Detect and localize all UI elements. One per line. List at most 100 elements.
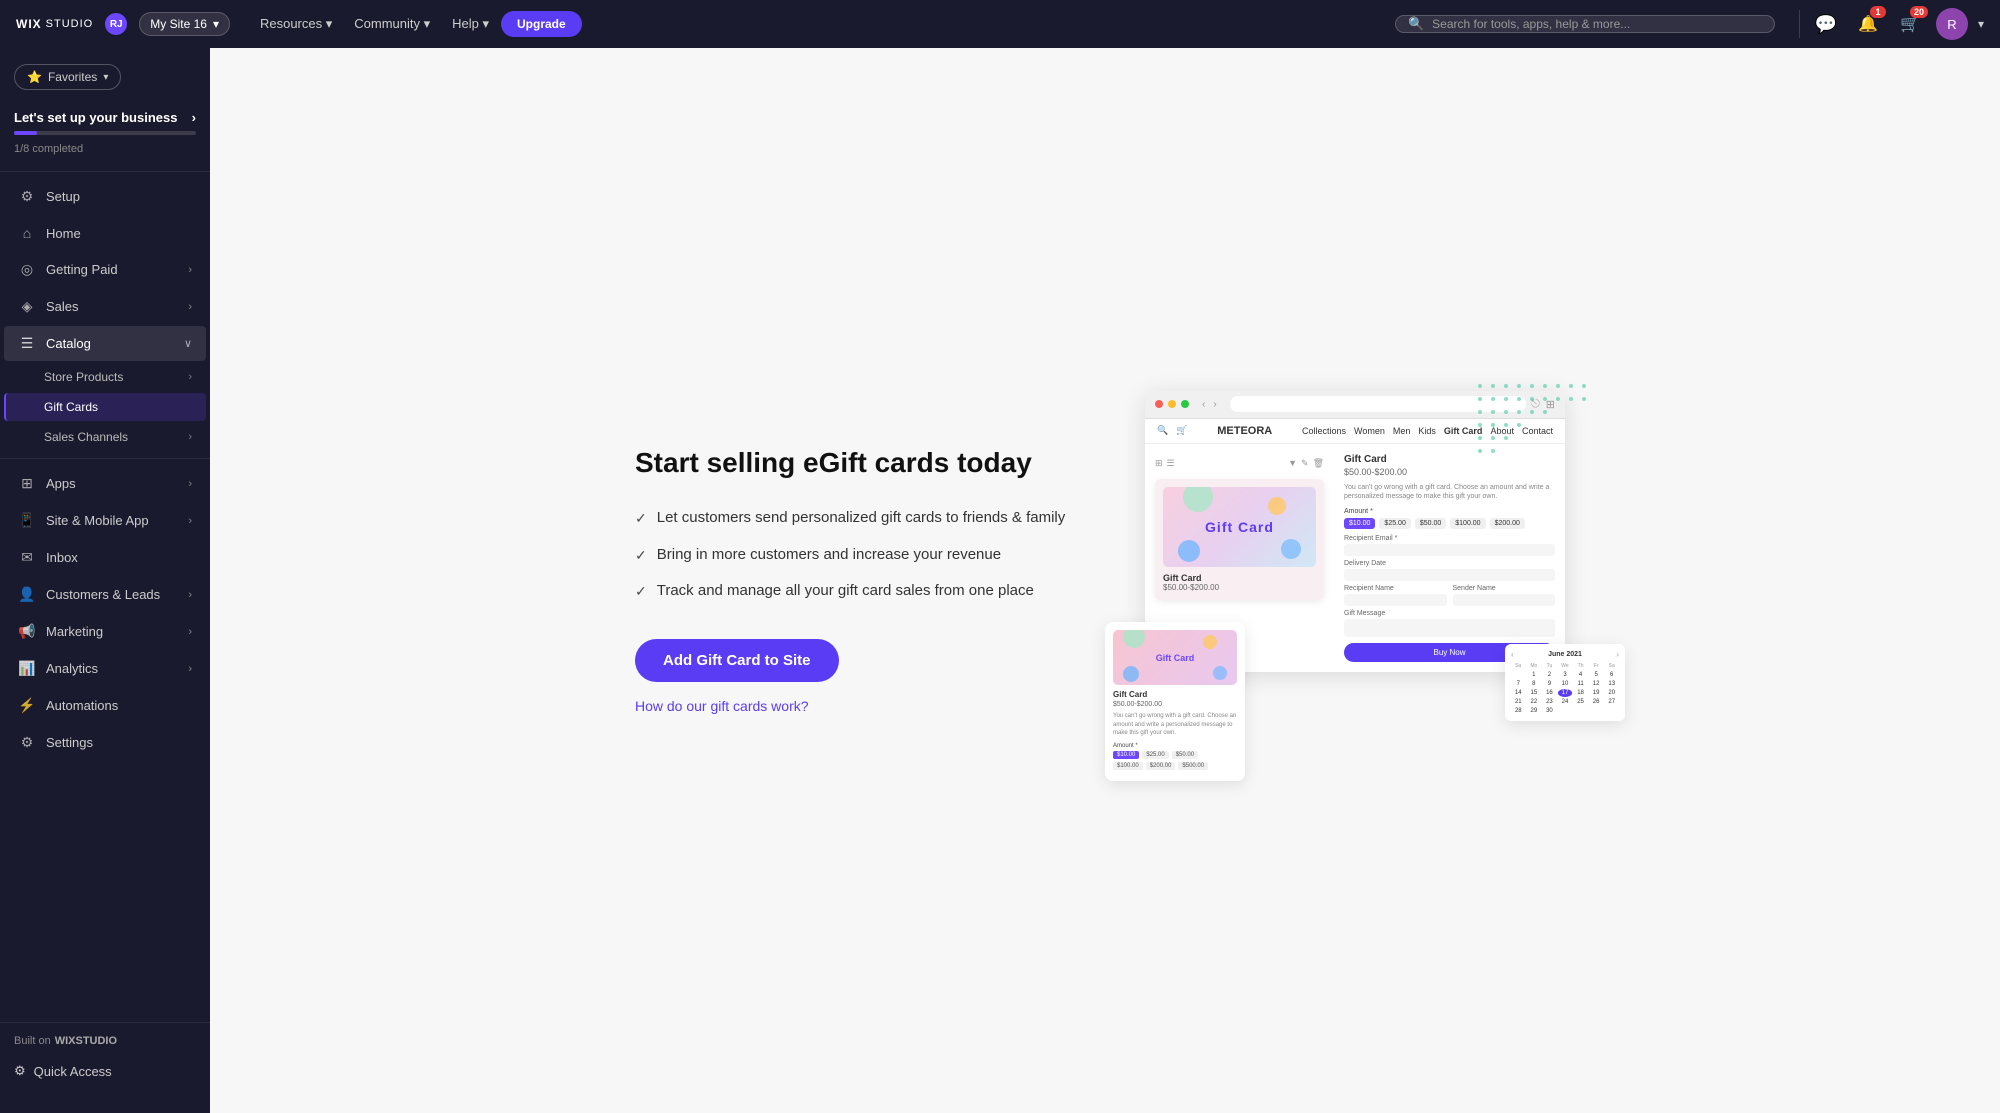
filter-icon: ▼ <box>1288 458 1297 469</box>
inbox-icon: ✉ <box>18 549 36 566</box>
business-setup-toggle[interactable]: Let's set up your business › <box>14 110 196 125</box>
view-controls: ⊞ ☰ ▼ ✎ 🗑 <box>1155 454 1324 473</box>
sidebar-item-automations[interactable]: ⚡ Automations <box>4 688 206 723</box>
user-chevron-icon[interactable]: ▾ <box>1978 17 1984 31</box>
favorites-button[interactable]: ⭐ Favorites ▾ <box>14 64 121 90</box>
sidebar-item-label: Settings <box>46 735 93 750</box>
automations-icon: ⚡ <box>18 697 36 714</box>
search-bar[interactable]: 🔍 <box>1395 15 1775 33</box>
site-name: My Site 16 <box>150 17 207 31</box>
gift-message-field <box>1344 619 1555 637</box>
product-card-large: Gift Card Gift Card $50.00-$200.00 <box>1155 479 1324 600</box>
amount-opt[interactable]: $100.00 <box>1450 518 1485 529</box>
float-amount-opt: $200.00 <box>1146 762 1176 770</box>
setup-icon: ⚙ <box>18 188 36 205</box>
sidebar: ⭐ Favorites ▾ Let's set up your business… <box>0 48 210 1113</box>
search-input[interactable] <box>1432 17 1762 31</box>
float-amount-opt: $50.00 <box>1172 751 1198 759</box>
amount-opt-selected[interactable]: $10.00 <box>1344 518 1375 529</box>
store-detail: Gift Card $50.00-$200.00 You can't go wr… <box>1334 444 1565 673</box>
store-logo: METEORA <box>1217 425 1272 437</box>
notifications-button[interactable]: 🔔 1 <box>1852 8 1884 40</box>
sidebar-item-settings[interactable]: ⚙ Settings <box>4 725 206 760</box>
sidebar-item-label: Analytics <box>46 661 98 676</box>
sidebar-item-site-mobile[interactable]: 📱 Site & Mobile App › <box>4 503 206 538</box>
amount-options: $10.00 $25.00 $50.00 $100.00 $200.00 <box>1344 518 1555 529</box>
sidebar-item-store-products[interactable]: Store Products › <box>4 363 206 391</box>
amount-opt[interactable]: $200.00 <box>1490 518 1525 529</box>
sidebar-item-catalog[interactable]: ☰ Catalog ∨ <box>4 326 206 361</box>
catalog-icon: ☰ <box>18 335 36 352</box>
sidebar-item-label: Inbox <box>46 550 78 565</box>
customers-icon: 👤 <box>18 586 36 603</box>
deco-circle-3 <box>1178 540 1200 562</box>
float-card-amounts: $10.00 $25.00 $50.00 <box>1113 751 1237 759</box>
built-on: Built on WIXSTUDIO <box>14 1035 196 1047</box>
feature-item: ✓ Bring in more customers and increase y… <box>635 544 1075 567</box>
store-nav-item: Men <box>1393 426 1411 436</box>
float-deco-1 <box>1123 630 1145 648</box>
float-amount-label: Amount * <box>1113 743 1237 749</box>
search-icon: 🔍 <box>1157 425 1168 436</box>
search-icon: 🔍 <box>1408 16 1424 32</box>
sales-channels-label: Sales Channels <box>44 430 128 444</box>
name-fields-row: Recipient Name Sender Name <box>1344 585 1555 610</box>
add-gift-card-button[interactable]: Add Gift Card to Site <box>635 639 839 682</box>
user-avatar-small[interactable]: RJ <box>105 13 127 35</box>
float-card-price: $50.00-$200.00 <box>1113 701 1237 708</box>
recipient-name-label: Recipient Name <box>1344 585 1447 592</box>
cal-prev-icon[interactable]: ‹ <box>1511 650 1514 659</box>
user-avatar[interactable]: R <box>1936 8 1968 40</box>
sidebar-item-label: Setup <box>46 189 80 204</box>
sidebar-item-gift-cards[interactable]: Gift Cards <box>4 393 206 421</box>
resources-link[interactable]: Resources ▾ <box>250 10 342 38</box>
sidebar-item-label: Customers & Leads <box>46 587 160 602</box>
marketing-icon: 📢 <box>18 623 36 640</box>
amount-opt[interactable]: $25.00 <box>1379 518 1410 529</box>
cal-next-icon[interactable]: › <box>1616 650 1619 659</box>
topnav: WIX STUDIO RJ My Site 16 ▾ Resources ▾ C… <box>0 0 2000 48</box>
chevron-right-icon: › <box>188 301 192 313</box>
features-list: ✓ Let customers send personalized gift c… <box>635 507 1075 603</box>
sidebar-item-getting-paid[interactable]: ◎ Getting Paid › <box>4 252 206 287</box>
community-link[interactable]: Community ▾ <box>344 10 440 38</box>
quick-access-button[interactable]: ⚙ Quick Access <box>14 1057 196 1085</box>
calendar-month-title: June 2021 <box>1548 651 1582 658</box>
sidebar-item-label: Catalog <box>46 336 91 351</box>
sidebar-item-marketing[interactable]: 📢 Marketing › <box>4 614 206 649</box>
float-card-title: Gift Card <box>1113 690 1237 699</box>
sidebar-item-label: Home <box>46 226 81 241</box>
chevron-right-icon: › <box>188 371 192 383</box>
floating-product-card: Gift Card Gift Card $50.00-$200.00 You c… <box>1105 622 1245 780</box>
chevron-right-icon: › <box>188 663 192 675</box>
sidebar-item-sales[interactable]: ◈ Sales › <box>4 289 206 324</box>
upgrade-button[interactable]: Upgrade <box>501 11 582 37</box>
how-gift-cards-link[interactable]: How do our gift cards work? <box>635 698 1075 714</box>
sidebar-item-customers-leads[interactable]: 👤 Customers & Leads › <box>4 577 206 612</box>
list-icon: ☰ <box>1167 458 1175 469</box>
recipient-email-field <box>1344 544 1555 556</box>
help-link[interactable]: Help ▾ <box>442 10 499 38</box>
float-card-desc: You can't go wrong with a gift card. Cho… <box>1113 712 1237 737</box>
chat-button[interactable]: 💬 <box>1810 8 1842 40</box>
sidebar-item-setup[interactable]: ⚙ Setup <box>4 179 206 214</box>
sidebar-item-label: Sales <box>46 299 79 314</box>
sidebar-item-apps[interactable]: ⊞ Apps › <box>4 466 206 501</box>
float-amount-opt: $100.00 <box>1113 762 1143 770</box>
sidebar-item-analytics[interactable]: 📊 Analytics › <box>4 651 206 686</box>
deco-circle-1 <box>1183 487 1213 512</box>
business-setup: Let's set up your business › 1/8 complet… <box>0 98 210 165</box>
site-selector[interactable]: My Site 16 ▾ <box>139 12 230 36</box>
sidebar-item-inbox[interactable]: ✉ Inbox <box>4 540 206 575</box>
sidebar-item-sales-channels[interactable]: Sales Channels › <box>4 423 206 451</box>
amount-label: Amount * <box>1344 508 1555 515</box>
progress-text: 1/8 completed <box>14 143 83 155</box>
progress-bar-fill <box>14 131 37 135</box>
recipient-name-group: Recipient Name <box>1344 585 1447 610</box>
amount-opt[interactable]: $50.00 <box>1415 518 1446 529</box>
gift-card-visual-large: Gift Card <box>1163 487 1316 567</box>
sidebar-item-home[interactable]: ⌂ Home <box>4 216 206 250</box>
cart-button[interactable]: 🛒 20 <box>1894 8 1926 40</box>
chevron-down-icon: ▾ <box>213 17 219 31</box>
feature-item: ✓ Let customers send personalized gift c… <box>635 507 1075 530</box>
